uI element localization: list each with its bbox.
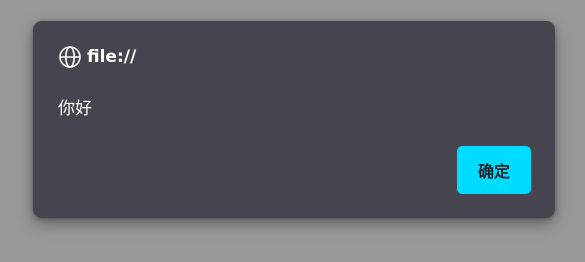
dialog-header: file:// <box>58 45 136 69</box>
dialog-message: 你好 <box>58 99 92 119</box>
dialog-origin: file:// <box>87 47 137 67</box>
ok-button[interactable]: 确定 <box>457 146 531 194</box>
globe-icon <box>58 45 82 69</box>
alert-dialog: file:// 你好 确定 <box>33 21 555 218</box>
